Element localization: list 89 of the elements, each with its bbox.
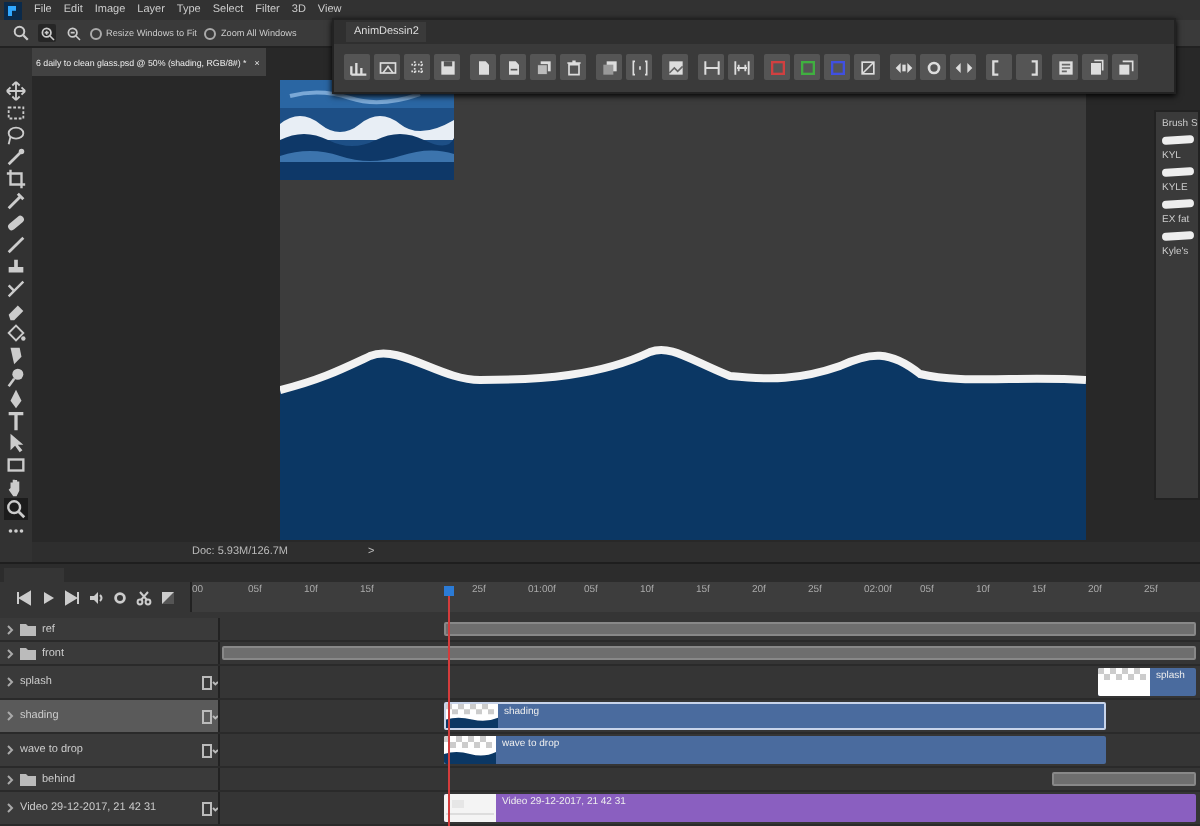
checkerboard-thumbnail-icon	[446, 704, 498, 728]
arrows-icon	[953, 57, 973, 77]
brush-stroke-icon[interactable]	[1161, 166, 1195, 178]
toolbar-button[interactable]	[434, 54, 460, 80]
square-icon	[767, 57, 787, 77]
toolbar-button[interactable]	[1052, 54, 1078, 80]
toolbar-button[interactable]	[920, 54, 946, 80]
stamp-icon[interactable]	[4, 256, 28, 278]
toolbar-button[interactable]	[854, 54, 880, 80]
toolbar-button[interactable]	[404, 54, 430, 80]
next-frame-icon[interactable]	[64, 589, 80, 605]
toolbar-button[interactable]	[950, 54, 976, 80]
chevron-icon[interactable]	[6, 676, 14, 688]
bandage-icon[interactable]	[4, 212, 28, 234]
toolbar-button[interactable]	[728, 54, 754, 80]
brush-icon[interactable]	[4, 234, 28, 256]
slash-icon	[857, 57, 877, 77]
gear-icon	[923, 57, 943, 77]
zoom-in-button[interactable]	[38, 24, 56, 42]
wand-icon[interactable]	[4, 146, 28, 168]
scissors-icon[interactable]	[136, 589, 152, 605]
chevron-icon[interactable]	[6, 773, 14, 785]
eraser-icon[interactable]	[4, 300, 28, 322]
arrows-icon	[893, 57, 913, 77]
playhead[interactable]	[444, 586, 454, 826]
lasso-icon[interactable]	[4, 124, 28, 146]
move-icon[interactable]	[4, 80, 28, 102]
document-icon	[503, 57, 523, 77]
type-icon[interactable]	[4, 410, 28, 432]
toolbar-button[interactable]	[596, 54, 622, 80]
crop-icon[interactable]	[4, 168, 28, 190]
app-logo[interactable]	[4, 1, 22, 19]
film-icon[interactable]	[202, 675, 218, 689]
trash-icon	[563, 57, 583, 77]
toolbar-button[interactable]	[560, 54, 586, 80]
toolbar-button[interactable]	[470, 54, 496, 80]
zoom-icon[interactable]	[4, 498, 28, 520]
filmstrip-icon	[377, 57, 397, 77]
toolbar-button[interactable]	[1016, 54, 1042, 80]
first-frame-icon[interactable]	[16, 589, 32, 605]
copy-icon	[533, 57, 553, 77]
toolbar-button[interactable]	[1082, 54, 1108, 80]
toolbar-button[interactable]	[662, 54, 688, 80]
brush-stroke-icon[interactable]	[1161, 198, 1195, 210]
document-icon	[1115, 57, 1135, 77]
toolbar-button[interactable]	[986, 54, 1012, 80]
bucket-icon[interactable]	[4, 322, 28, 344]
brush-stroke-icon[interactable]	[1161, 134, 1195, 146]
toolbar-button[interactable]	[698, 54, 724, 80]
checkerboard-thumbnail-icon	[444, 736, 496, 764]
film-icon[interactable]	[202, 801, 218, 815]
bars-icon	[347, 57, 367, 77]
film-icon[interactable]	[202, 709, 218, 723]
document-icon	[1055, 57, 1075, 77]
brush-stroke-icon[interactable]	[1161, 230, 1195, 242]
checkbox[interactable]	[90, 27, 102, 39]
span-icon	[731, 57, 751, 77]
toolbar-button[interactable]	[374, 54, 400, 80]
gear-icon[interactable]	[112, 589, 128, 605]
save-icon	[437, 57, 457, 77]
toolbar-button[interactable]	[890, 54, 916, 80]
toolbar-button[interactable]	[794, 54, 820, 80]
checkbox[interactable]	[204, 27, 217, 39]
square-icon	[827, 57, 847, 77]
speaker-icon[interactable]	[88, 589, 104, 605]
image-icon	[665, 57, 685, 77]
toolbar-button[interactable]	[1112, 54, 1138, 80]
grid-icon	[407, 57, 427, 77]
square-icon	[797, 57, 817, 77]
toolbar-button[interactable]	[500, 54, 526, 80]
marquee-icon[interactable]	[4, 102, 28, 124]
span-icon	[701, 57, 721, 77]
play-icon[interactable]	[40, 589, 56, 605]
chevron-icon[interactable]	[6, 744, 14, 756]
transition-icon[interactable]	[160, 589, 176, 605]
toolbar-button[interactable]	[626, 54, 652, 80]
bracket-icon	[629, 57, 649, 77]
toolbar-button[interactable]	[530, 54, 556, 80]
copy-icon	[599, 57, 619, 77]
chevron-icon[interactable]	[6, 710, 14, 722]
chevron-icon[interactable]	[6, 802, 14, 814]
checkerboard-thumbnail-icon	[1098, 668, 1150, 696]
document-icon	[1085, 57, 1105, 77]
rectangle-icon[interactable]	[4, 454, 28, 476]
zoom-out-button[interactable]	[64, 24, 82, 42]
toolbar-button[interactable]	[344, 54, 370, 80]
zoom-icon[interactable]	[12, 24, 30, 42]
folder-icon	[20, 773, 36, 785]
film-icon[interactable]	[202, 743, 218, 757]
